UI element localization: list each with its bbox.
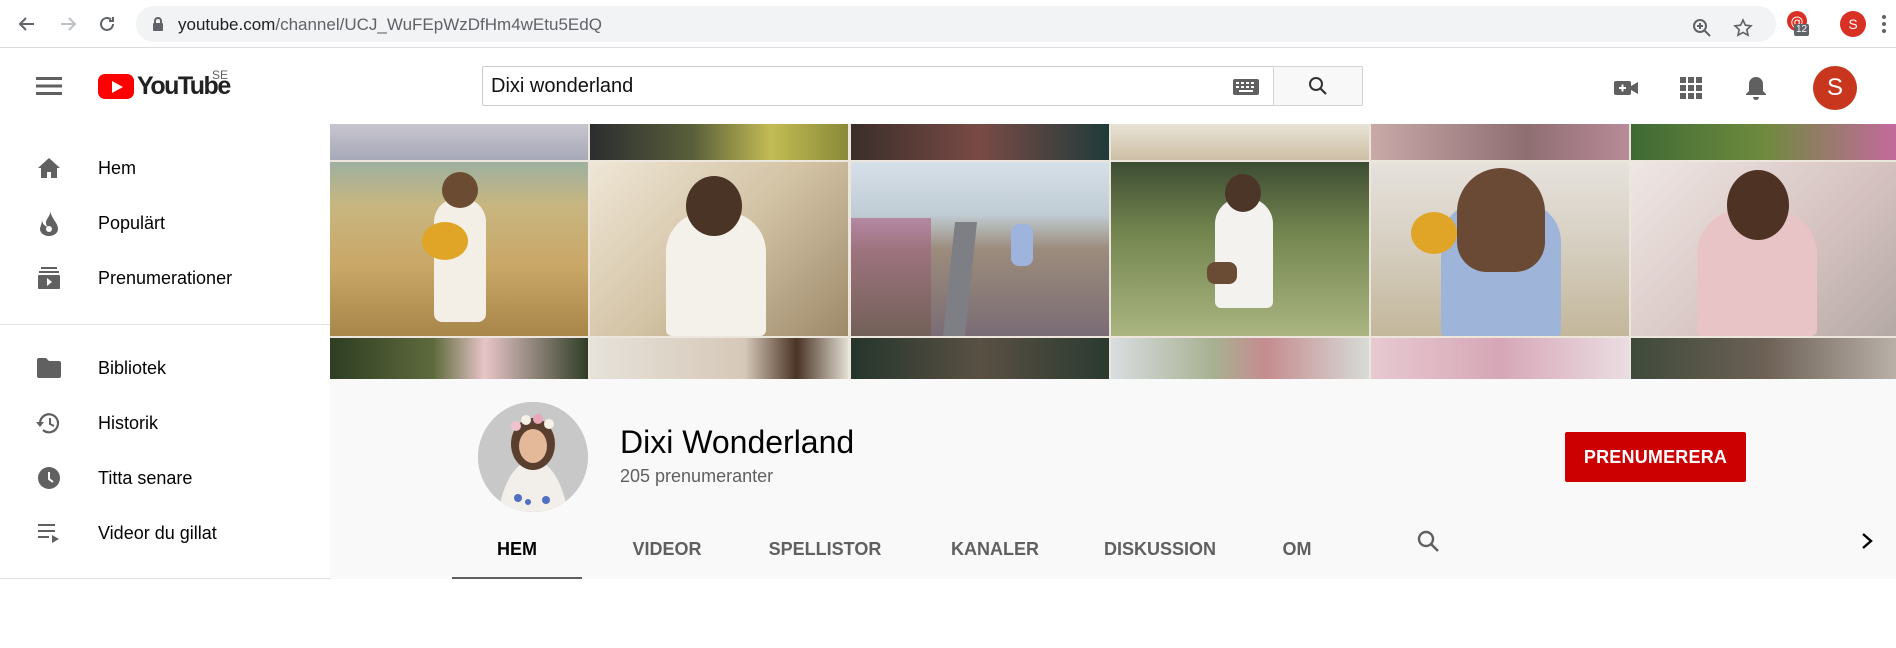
channel-banner bbox=[330, 124, 1896, 379]
tab-videos[interactable]: VIDEOR bbox=[612, 519, 722, 579]
tab-hem[interactable]: HEM bbox=[452, 519, 582, 579]
sidebar-item-subscriptions[interactable]: Prenumerationer bbox=[0, 251, 330, 305]
flame-icon bbox=[36, 210, 62, 236]
bookmark-button[interactable] bbox=[1730, 15, 1756, 41]
extension-badge-count: 12 bbox=[1794, 24, 1810, 36]
sidebar-item-label: Titta senare bbox=[98, 467, 193, 488]
sidebar-item-label: Videor du gillat bbox=[98, 522, 217, 543]
keyboard-icon[interactable] bbox=[1233, 79, 1259, 95]
search-query: Dixi wonderland bbox=[491, 75, 634, 97]
subscriber-count: 205 prenumeranter bbox=[620, 466, 774, 486]
tabs-scroll-right-button[interactable] bbox=[1854, 528, 1880, 554]
channel-avatar[interactable] bbox=[478, 402, 588, 512]
search-icon bbox=[1417, 530, 1439, 552]
bell-icon bbox=[1746, 77, 1766, 100]
sidebar-item-popular[interactable]: Populärt bbox=[0, 196, 330, 250]
banner-photo bbox=[330, 338, 588, 379]
sidebar-item-label: Hem bbox=[98, 157, 137, 178]
apps-button[interactable] bbox=[1677, 74, 1705, 102]
banner-photo bbox=[1371, 162, 1629, 336]
channel-search-button[interactable] bbox=[1413, 526, 1443, 556]
banner-photo bbox=[1631, 124, 1896, 160]
sidebar-item-label: Bibliotek bbox=[98, 357, 167, 378]
youtube-play-icon bbox=[98, 74, 134, 99]
history-icon bbox=[36, 410, 62, 436]
sidebar-item-history[interactable]: Historik bbox=[0, 396, 330, 450]
account-avatar[interactable]: S bbox=[1813, 66, 1857, 110]
banner-photo bbox=[590, 338, 848, 379]
tab-discussion[interactable]: DISKUSSION bbox=[1090, 519, 1230, 579]
search-icon bbox=[1309, 77, 1327, 95]
guide-menu-button[interactable] bbox=[36, 76, 62, 96]
address-bar[interactable]: youtube.com/channel/UCJ_WuFEpWzDfHm4wEtu… bbox=[136, 6, 1776, 42]
banner-photo bbox=[330, 162, 588, 336]
banner-photo bbox=[590, 162, 848, 336]
home-icon bbox=[36, 155, 62, 181]
url-text: youtube.com/channel/UCJ_WuFEpWzDfHm4wEtu… bbox=[178, 15, 602, 35]
folder-icon bbox=[36, 355, 62, 381]
sidebar-divider bbox=[0, 324, 330, 325]
banner-photo bbox=[1111, 124, 1369, 160]
channel-title: Dixi Wonderland bbox=[620, 424, 855, 460]
sidebar-item-label: Populärt bbox=[98, 212, 166, 233]
browser-menu-button[interactable] bbox=[1882, 14, 1886, 34]
sidebar-item-hem[interactable]: Hem bbox=[0, 141, 330, 195]
back-button[interactable] bbox=[12, 9, 42, 39]
zoom-button[interactable] bbox=[1689, 15, 1715, 41]
tab-playlists[interactable]: SPELLISTOR bbox=[750, 519, 900, 579]
video-camera-icon bbox=[1614, 81, 1638, 95]
arrow-right-icon bbox=[61, 17, 77, 31]
banner-photo bbox=[851, 124, 1109, 160]
menu-icon bbox=[36, 77, 62, 95]
browser-profile-avatar[interactable]: S bbox=[1840, 11, 1866, 37]
forward-button[interactable] bbox=[53, 9, 83, 39]
banner-photo bbox=[1111, 162, 1369, 336]
channel-avatar-image bbox=[478, 402, 588, 512]
subscriptions-icon bbox=[36, 265, 62, 291]
apps-grid-icon bbox=[1680, 77, 1702, 99]
create-video-button[interactable] bbox=[1612, 74, 1640, 102]
banner-photo bbox=[1111, 338, 1369, 379]
youtube-logo[interactable]: YouTube SE bbox=[98, 68, 231, 101]
extension-button[interactable]: @ 12 bbox=[1786, 10, 1812, 36]
sidebar-item-label: Historik bbox=[98, 412, 159, 433]
sidebar-item-watch-later[interactable]: Titta senare bbox=[0, 451, 330, 505]
banner-photo bbox=[1371, 338, 1629, 379]
reload-button[interactable] bbox=[92, 9, 122, 39]
masthead: YouTube SE Dixi wonderland S bbox=[0, 48, 1896, 124]
channel-header: Dixi Wonderland 205 prenumeranter PRENUM… bbox=[330, 379, 1896, 579]
search-input[interactable]: Dixi wonderland bbox=[482, 66, 1274, 106]
subscribe-button[interactable]: PRENUMERERA bbox=[1565, 432, 1746, 482]
banner-photo bbox=[1631, 338, 1896, 379]
guide-sidebar: Hem Populärt Prenumerationer Bibliotek H… bbox=[0, 124, 330, 578]
sidebar-bottom-divider bbox=[0, 578, 330, 579]
lock-icon bbox=[153, 17, 163, 31]
search-button[interactable] bbox=[1273, 66, 1363, 106]
banner-photo bbox=[851, 162, 1109, 336]
zoom-icon bbox=[1693, 19, 1711, 37]
notifications-button[interactable] bbox=[1742, 74, 1770, 102]
url-host: youtube.com bbox=[178, 15, 276, 34]
tab-channels[interactable]: KANALER bbox=[936, 519, 1054, 579]
more-vert-icon bbox=[1882, 15, 1886, 33]
star-icon bbox=[1733, 18, 1753, 37]
clock-icon bbox=[36, 465, 62, 491]
arrow-left-icon bbox=[18, 17, 34, 31]
sidebar-item-liked-videos[interactable]: Videor du gillat bbox=[0, 506, 330, 560]
banner-photo bbox=[330, 124, 588, 160]
banner-photo bbox=[851, 338, 1109, 379]
sidebar-item-label: Prenumerationer bbox=[98, 267, 233, 288]
playlist-icon bbox=[36, 520, 62, 546]
banner-photo bbox=[1631, 162, 1896, 336]
tab-about[interactable]: OM bbox=[1262, 519, 1332, 579]
browser-toolbar: youtube.com/channel/UCJ_WuFEpWzDfHm4wEtu… bbox=[0, 0, 1896, 48]
banner-photo bbox=[590, 124, 848, 160]
banner-photo bbox=[1371, 124, 1629, 160]
url-path: /channel/UCJ_WuFEpWzDfHm4wEtu5EdQ bbox=[275, 15, 602, 34]
sidebar-item-library[interactable]: Bibliotek bbox=[0, 341, 330, 395]
chevron-right-icon bbox=[1862, 533, 1873, 549]
reload-icon bbox=[100, 16, 114, 31]
country-code: SE bbox=[212, 68, 229, 82]
